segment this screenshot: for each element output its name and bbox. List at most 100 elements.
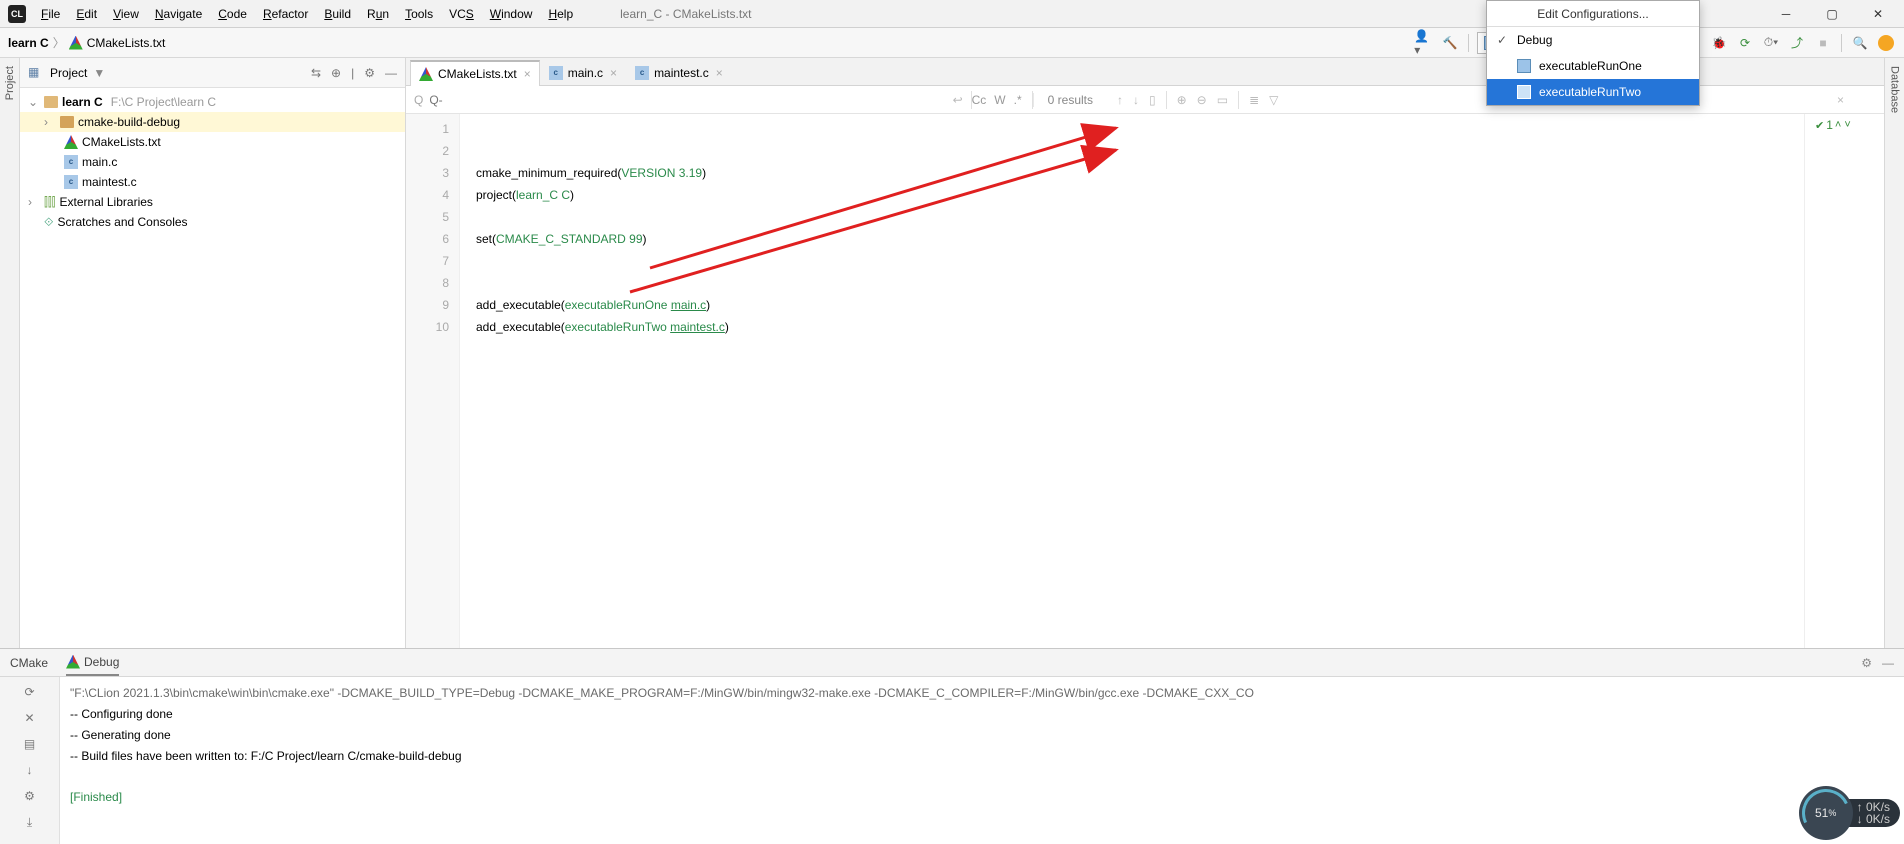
- bottom-tabs: CMake Debug ⚙ —: [0, 649, 1904, 677]
- profile-debug-item[interactable]: ✓ Debug: [1487, 27, 1699, 53]
- settings-icon[interactable]: ⚙: [21, 787, 39, 805]
- tab-main-c[interactable]: c main.c ×: [540, 59, 626, 85]
- find-results-count: 0 results: [1033, 93, 1107, 107]
- breadcrumb[interactable]: learn C 〉 CMakeLists.txt: [8, 34, 165, 51]
- next-match-icon[interactable]: ↓: [1133, 93, 1139, 107]
- tab-cmakelists[interactable]: CMakeLists.txt ×: [410, 60, 540, 86]
- menu-view[interactable]: View: [106, 3, 146, 25]
- find-input[interactable]: Q ↩: [406, 93, 971, 107]
- project-tree[interactable]: ⌄ learn C F:\C Project\learn C › cmake-b…: [20, 88, 405, 236]
- menu-vcs[interactable]: VCS: [442, 3, 481, 25]
- menu-run[interactable]: Run: [360, 3, 396, 25]
- tab-cmake[interactable]: CMake: [10, 649, 48, 676]
- performance-widget: 51% ↑ 0K/s ↓ 0K/s: [1799, 786, 1900, 840]
- regex-icon[interactable]: .*: [1014, 93, 1022, 107]
- console-toolbar: ⟳ ✕ ▤ ↓ ⚙ ⤓: [0, 677, 60, 844]
- config-executablerunone[interactable]: executableRunOne: [1487, 53, 1699, 79]
- tab-maintest-c[interactable]: c maintest.c ×: [626, 59, 732, 85]
- gear-icon[interactable]: ⚙: [364, 66, 375, 80]
- run-configuration-dropdown: Edit Configurations... ✓ Debug executabl…: [1486, 0, 1700, 106]
- cpu-circle[interactable]: 51%: [1799, 786, 1853, 840]
- search-everywhere-icon[interactable]: 🔍: [1850, 33, 1870, 53]
- close-find-icon[interactable]: ×: [1837, 93, 1884, 107]
- hide-panel-icon[interactable]: —: [1882, 656, 1894, 670]
- console-output[interactable]: "F:\CLion 2021.1.3\bin\cmake\win\bin\cma…: [60, 677, 1904, 844]
- menu-navigate[interactable]: Navigate: [148, 3, 209, 25]
- close-tab-icon[interactable]: ×: [610, 66, 617, 80]
- profile-icon[interactable]: ⏱▾: [1761, 33, 1781, 53]
- user-icon[interactable]: 👤▾: [1414, 33, 1434, 53]
- collapse-icon[interactable]: ⇆: [311, 66, 321, 80]
- window-minimize[interactable]: ─: [1766, 2, 1806, 26]
- menu-help[interactable]: Help: [541, 3, 580, 25]
- menu-edit[interactable]: Edit: [69, 3, 104, 25]
- filter-options-icon[interactable]: ≣: [1249, 93, 1259, 107]
- breadcrumb-root[interactable]: learn C: [8, 36, 49, 50]
- layout-icon[interactable]: ▤: [21, 735, 39, 753]
- search-icon: Q: [414, 93, 423, 107]
- menu-build[interactable]: Build: [317, 3, 358, 25]
- c-file-icon: c: [549, 66, 563, 80]
- menu-code[interactable]: Code: [211, 3, 254, 25]
- history-icon[interactable]: ↩: [953, 93, 963, 107]
- tree-node-main-c[interactable]: c main.c: [20, 152, 405, 172]
- c-file-icon: c: [64, 175, 78, 189]
- window-close[interactable]: ✕: [1858, 2, 1898, 26]
- cmake-icon: [69, 36, 83, 50]
- rail-project[interactable]: Project: [4, 66, 16, 100]
- tree-node-cmakelists[interactable]: CMakeLists.txt: [20, 132, 405, 152]
- config-executableruntwo[interactable]: executableRunTwo: [1487, 79, 1699, 105]
- tab-debug[interactable]: Debug: [66, 649, 119, 676]
- window-maximize[interactable]: ▢: [1812, 2, 1852, 26]
- stop-icon[interactable]: ✕: [21, 709, 39, 727]
- close-tab-icon[interactable]: ×: [524, 67, 531, 81]
- close-tab-icon[interactable]: ×: [716, 66, 723, 80]
- remove-selection-icon[interactable]: ⊖: [1197, 93, 1207, 107]
- library-icon: ⫿⫿⫿: [44, 195, 56, 210]
- export-icon[interactable]: ⤓: [21, 813, 39, 831]
- cmake-icon: [66, 655, 80, 669]
- rail-database[interactable]: Database: [1889, 66, 1901, 113]
- main-menu: File Edit View Navigate Code Refactor Bu…: [34, 3, 580, 25]
- tree-root[interactable]: ⌄ learn C F:\C Project\learn C: [20, 92, 405, 112]
- tree-node-maintest-c[interactable]: c maintest.c: [20, 172, 405, 192]
- tree-node-cmake-build-debug[interactable]: › cmake-build-debug: [20, 112, 405, 132]
- select-opened-icon[interactable]: ⊕: [331, 66, 341, 80]
- select-all-occurrences-icon[interactable]: ▭: [1217, 93, 1228, 107]
- tree-external-libraries[interactable]: ›⫿⫿⫿ External Libraries: [20, 192, 405, 212]
- words-icon[interactable]: W: [994, 93, 1005, 107]
- debug-icon[interactable]: 🐞: [1709, 33, 1729, 53]
- app-icon: CL: [8, 5, 26, 23]
- folder-icon: [60, 116, 74, 128]
- match-case-icon[interactable]: Cc: [972, 93, 987, 107]
- chevron-down-icon[interactable]: ▼: [93, 66, 105, 80]
- project-icon: ▦: [28, 65, 44, 81]
- prev-match-icon[interactable]: ↑: [1117, 93, 1123, 107]
- select-all-icon[interactable]: ▯: [1149, 93, 1156, 107]
- menu-refactor[interactable]: Refactor: [256, 3, 315, 25]
- menu-window[interactable]: Window: [483, 3, 540, 25]
- inspection-ok-icon[interactable]: ✔1 ˄ ˅: [1805, 118, 1884, 132]
- updates-icon[interactable]: [1876, 33, 1896, 53]
- hide-icon[interactable]: —: [385, 66, 397, 80]
- window-title: learn_C - CMakeLists.txt: [620, 7, 751, 21]
- coverage-icon[interactable]: ⟳: [1735, 33, 1755, 53]
- edit-configurations-item[interactable]: Edit Configurations...: [1487, 1, 1699, 27]
- project-title[interactable]: Project: [50, 66, 87, 80]
- stop-icon[interactable]: ■: [1813, 33, 1833, 53]
- scratches-icon: ⟐: [44, 215, 53, 230]
- reload-icon[interactable]: ⟳: [21, 683, 39, 701]
- tree-scratches[interactable]: ⟐ Scratches and Consoles: [20, 212, 405, 232]
- menu-file[interactable]: File: [34, 3, 67, 25]
- divider: |: [351, 66, 354, 80]
- gear-icon[interactable]: ⚙: [1861, 656, 1872, 670]
- hammer-build-icon[interactable]: 🔨: [1440, 33, 1460, 53]
- filter-icon[interactable]: ▽: [1269, 93, 1278, 107]
- breadcrumb-file[interactable]: CMakeLists.txt: [87, 36, 166, 50]
- add-selection-icon[interactable]: ⊕: [1177, 93, 1187, 107]
- attach-icon[interactable]: ⤴: [1787, 33, 1807, 53]
- cmake-icon: [419, 67, 433, 81]
- down-icon[interactable]: ↓: [21, 761, 39, 779]
- menu-tools[interactable]: Tools: [398, 3, 440, 25]
- find-field[interactable]: [429, 93, 946, 107]
